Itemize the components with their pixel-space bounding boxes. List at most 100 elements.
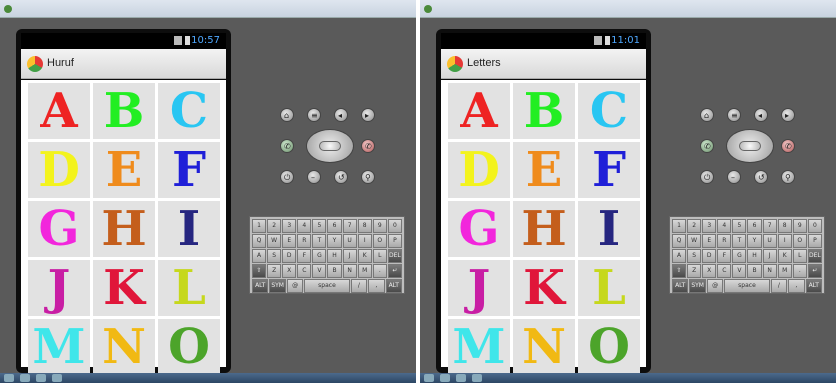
key-a[interactable]: A [252,249,267,263]
key-0[interactable]: 0 [387,219,402,233]
back-button[interactable]: ↺ [754,170,768,184]
key-4[interactable]: 4 [717,219,732,233]
key-e[interactable]: E [702,234,717,248]
key-i[interactable]: I [777,234,792,248]
key-1[interactable]: 1 [252,219,267,233]
key-m[interactable]: M [777,264,792,278]
key-del[interactable]: DEL [807,249,822,263]
menu-button[interactable]: ≡ [307,108,321,122]
key-a[interactable]: A [672,249,687,263]
key-y[interactable]: Y [327,234,342,248]
key-alt[interactable]: ALT [385,279,402,293]
key-o[interactable]: O [372,234,387,248]
key-alt[interactable]: ALT [672,279,689,293]
letter-tile-d[interactable]: D [448,142,510,198]
letter-tile-k[interactable]: K [93,260,155,316]
key-b[interactable]: B [327,264,342,278]
key-g[interactable]: G [732,249,747,263]
key-u[interactable]: U [342,234,357,248]
key-.[interactable]: . [792,264,807,278]
letter-tile-a[interactable]: A [448,83,510,139]
letter-tile-o[interactable]: O [158,319,220,375]
dpad-center-button[interactable] [319,141,341,151]
key-8[interactable]: 8 [357,219,372,233]
key-l[interactable]: L [372,249,387,263]
key-n[interactable]: N [342,264,357,278]
volume-up-button[interactable]: ▸ [361,108,375,122]
key-d[interactable]: D [702,249,717,263]
key-g[interactable]: G [312,249,327,263]
letter-tile-i[interactable]: I [158,201,220,257]
key-k[interactable]: K [357,249,372,263]
taskbar-app-icon[interactable] [456,374,466,382]
taskbar-app-icon[interactable] [472,374,482,382]
minus-button[interactable]: – [727,170,741,184]
key-s[interactable]: S [687,249,702,263]
key-b[interactable]: B [747,264,762,278]
key-o[interactable]: O [792,234,807,248]
taskbar-app-icon[interactable] [36,374,46,382]
key-7[interactable]: 7 [342,219,357,233]
key-x[interactable]: X [702,264,717,278]
key-8[interactable]: 8 [777,219,792,233]
key-e[interactable]: E [282,234,297,248]
end-call-button[interactable]: ✆ [361,139,375,153]
letter-tile-o[interactable]: O [578,319,640,375]
letter-tile-n[interactable]: N [513,319,575,375]
key-n[interactable]: N [762,264,777,278]
letter-tile-n[interactable]: N [93,319,155,375]
key-9[interactable]: 9 [792,219,807,233]
start-button-icon[interactable] [4,374,14,382]
key-k[interactable]: K [777,249,792,263]
key-j[interactable]: J [762,249,777,263]
key-⇧[interactable]: ⇧ [672,264,687,278]
home-button[interactable]: ⌂ [280,108,294,122]
key-space[interactable]: space [304,279,350,293]
key-q[interactable]: Q [672,234,687,248]
key-j[interactable]: J [342,249,357,263]
key-q[interactable]: Q [252,234,267,248]
key-s[interactable]: S [267,249,282,263]
letter-tile-j[interactable]: J [448,260,510,316]
taskbar-app-icon[interactable] [52,374,62,382]
key-h[interactable]: H [327,249,342,263]
key-,[interactable]: , [788,279,805,293]
back-button[interactable]: ↺ [334,170,348,184]
key-sym[interactable]: SYM [689,279,706,293]
key-x[interactable]: X [282,264,297,278]
key-u[interactable]: U [762,234,777,248]
key-1[interactable]: 1 [672,219,687,233]
letter-tile-l[interactable]: L [578,260,640,316]
start-button-icon[interactable] [424,374,434,382]
letter-tile-f[interactable]: F [158,142,220,198]
volume-down-button[interactable]: ◂ [334,108,348,122]
key-del[interactable]: DEL [387,249,402,263]
letter-tile-m[interactable]: M [28,319,90,375]
dpad[interactable] [306,129,354,163]
letter-tile-j[interactable]: J [28,260,90,316]
letter-tile-a[interactable]: A [28,83,90,139]
key-,[interactable]: , [368,279,385,293]
key-t[interactable]: T [732,234,747,248]
dpad-center-button[interactable] [739,141,761,151]
volume-down-button[interactable]: ◂ [754,108,768,122]
letter-tile-e[interactable]: E [93,142,155,198]
key-0[interactable]: 0 [807,219,822,233]
letter-tile-h[interactable]: H [93,201,155,257]
minus-button[interactable]: – [307,170,321,184]
letter-tile-e[interactable]: E [513,142,575,198]
letter-tile-c[interactable]: C [578,83,640,139]
key-5[interactable]: 5 [312,219,327,233]
letter-tile-f[interactable]: F [578,142,640,198]
power-button[interactable]: ⏻ [700,170,714,184]
letter-tile-g[interactable]: G [28,201,90,257]
key-alt[interactable]: ALT [805,279,822,293]
key-i[interactable]: I [357,234,372,248]
key-2[interactable]: 2 [267,219,282,233]
key-6[interactable]: 6 [747,219,762,233]
key-sym[interactable]: SYM [269,279,286,293]
letter-tile-m[interactable]: M [448,319,510,375]
letter-tile-d[interactable]: D [28,142,90,198]
letter-tile-h[interactable]: H [513,201,575,257]
key-9[interactable]: 9 [372,219,387,233]
